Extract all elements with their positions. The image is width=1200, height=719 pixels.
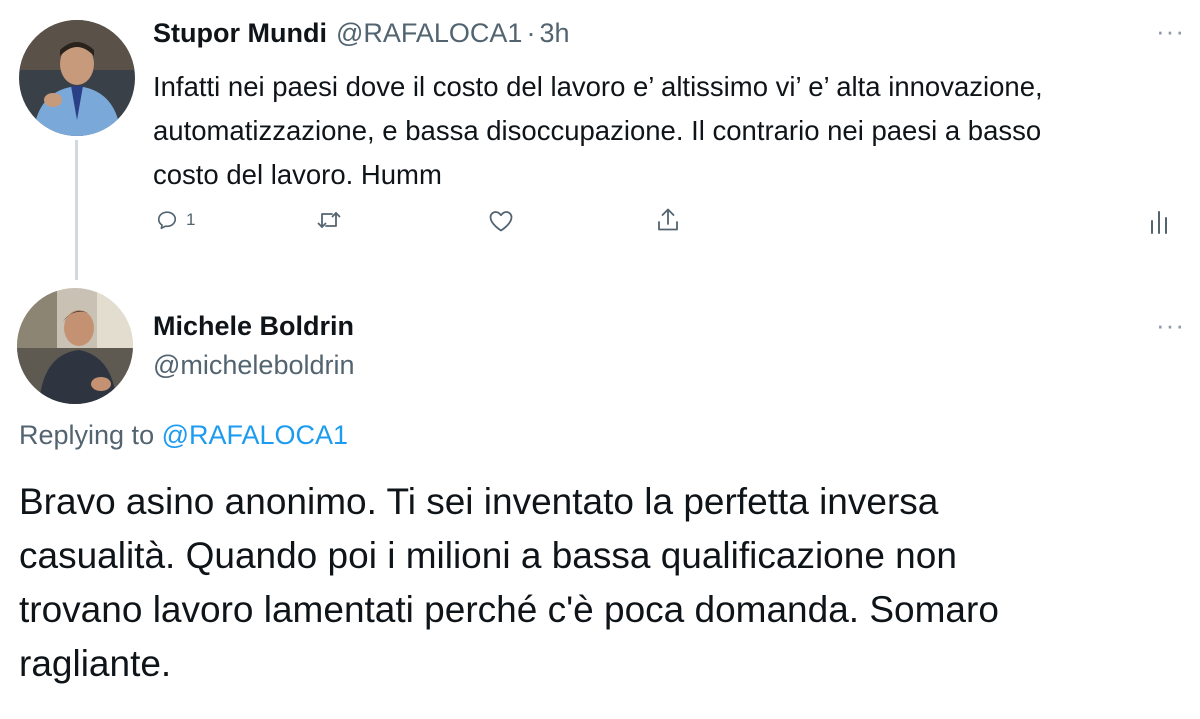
retweet-icon	[317, 212, 341, 228]
retweet-button[interactable]	[316, 208, 342, 232]
tweet-text-line: Infatti nei paesi dove il costo del lavo…	[153, 71, 1043, 102]
avatar-michele-boldrin[interactable]	[17, 288, 133, 404]
separator-dot: ·	[526, 18, 536, 48]
tweet-text-line: trovano lavoro lamentati perché c'è poca…	[19, 589, 999, 630]
share-button[interactable]	[656, 207, 680, 233]
replying-to-label: Replying to	[19, 420, 162, 450]
author-handle[interactable]: @RAFALOCA1	[336, 18, 522, 49]
reply-count: 1	[186, 210, 196, 229]
reply-icon	[157, 211, 177, 230]
tweet1-text: Infatti nei paesi dove il costo del lavo…	[153, 65, 1193, 197]
more-options-icon[interactable]: ···	[1156, 310, 1185, 341]
tweet-text-line: automatizzazione, e bassa disoccupazione…	[153, 115, 1042, 146]
like-icon	[489, 211, 513, 232]
author-name[interactable]: Michele Boldrin	[153, 311, 354, 342]
tweet2-text: Bravo asino anonimo. Ti sei inventato la…	[19, 475, 1179, 691]
analytics-icon	[1151, 211, 1167, 234]
avatar-stupor-mundi[interactable]	[19, 20, 135, 136]
tweet1-header: Stupor Mundi @RAFALOCA1 · 3h	[153, 18, 569, 54]
tweet-text-line: ragliante.	[19, 643, 172, 684]
tweet-text-line: casualità. Quando poi i milioni a bassa …	[19, 535, 957, 576]
author-handle[interactable]: @micheleboldrin	[153, 350, 355, 381]
reply-button[interactable]: 1	[156, 209, 195, 231]
share-icon	[658, 208, 678, 231]
like-button[interactable]	[488, 209, 514, 233]
replying-to-line: Replying to @RAFALOCA1	[19, 420, 348, 451]
tweet-timestamp[interactable]: 3h	[539, 18, 569, 49]
author-name[interactable]: Stupor Mundi	[153, 18, 327, 49]
tweet-text-line: Bravo asino anonimo. Ti sei inventato la…	[19, 481, 939, 522]
tweet-text-line: costo del lavoro. Humm	[153, 159, 442, 190]
replying-to-mention[interactable]: @RAFALOCA1	[162, 420, 348, 450]
analytics-button[interactable]	[1149, 209, 1169, 235]
more-options-icon[interactable]: ···	[1156, 16, 1185, 47]
thread-connector-line	[75, 140, 78, 280]
